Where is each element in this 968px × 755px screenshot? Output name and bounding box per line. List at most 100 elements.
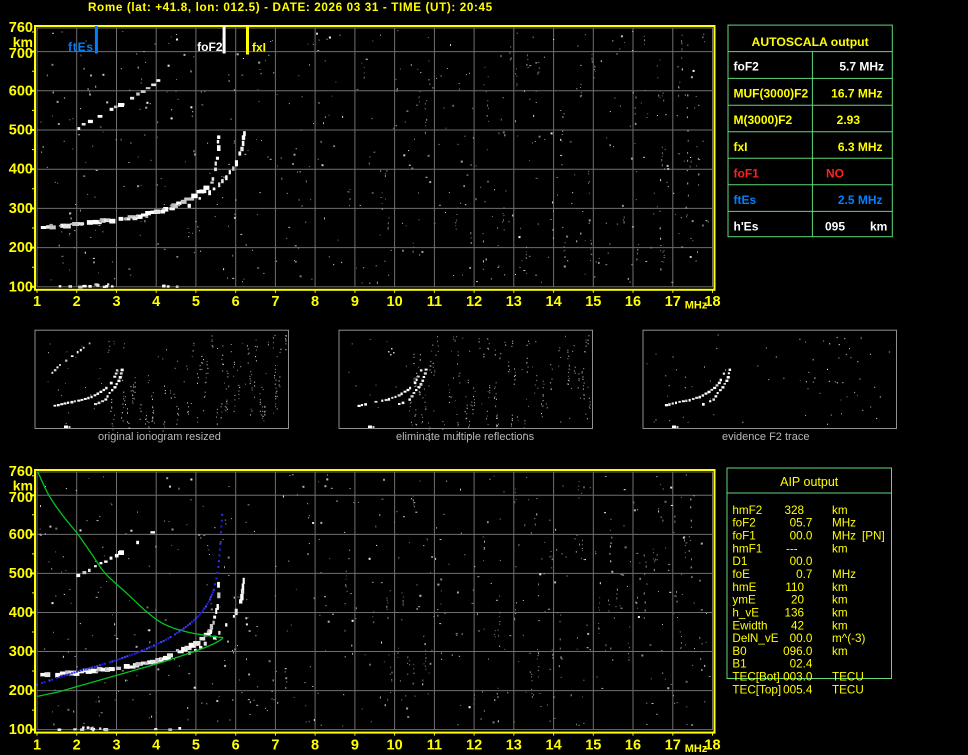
svg-text:km: km (832, 504, 848, 517)
svg-text:km: km (832, 619, 848, 632)
svg-text:fxI: fxI (734, 140, 748, 154)
svg-text:TEC[Bot]: TEC[Bot] (732, 671, 779, 684)
svg-text:10: 10 (387, 294, 403, 310)
svg-text:km: km (832, 542, 848, 555)
svg-text:h_vE: h_vE (732, 607, 759, 620)
svg-text:ymE: ymE (732, 594, 756, 607)
svg-text:B0: B0 (732, 645, 747, 658)
svg-text:02.4: 02.4 (790, 658, 813, 671)
svg-text:700: 700 (9, 490, 33, 506)
svg-text:evidence F2 trace: evidence F2 trace (722, 431, 809, 443)
svg-text:400: 400 (9, 162, 33, 178)
svg-text:9: 9 (351, 738, 359, 754)
svg-text:1: 1 (33, 738, 41, 754)
svg-text:hmE: hmE (732, 581, 756, 594)
svg-text:5.7 MHz: 5.7 MHz (839, 60, 884, 74)
svg-text:500: 500 (9, 566, 33, 582)
svg-text:15: 15 (585, 738, 601, 754)
svg-text:5: 5 (192, 294, 200, 310)
svg-text:NO: NO (826, 166, 844, 180)
svg-text:Rome (lat: +41.8, lon: 012.5): Rome (lat: +41.8, lon: 012.5) - DATE: 20… (88, 1, 493, 14)
svg-text:Ewidth: Ewidth (732, 619, 767, 632)
svg-text:136: 136 (784, 607, 804, 620)
svg-text:3: 3 (112, 294, 120, 310)
svg-text:12: 12 (466, 294, 482, 310)
svg-text:km: km (832, 645, 848, 658)
svg-text:original ionogram resized: original ionogram resized (98, 431, 221, 443)
svg-text:4: 4 (152, 738, 160, 754)
svg-text:13: 13 (506, 294, 522, 310)
svg-text:14: 14 (546, 294, 562, 310)
svg-text:200: 200 (9, 240, 33, 256)
svg-text:foE: foE (732, 568, 750, 581)
svg-text:200: 200 (9, 683, 33, 699)
svg-text:3: 3 (112, 738, 120, 754)
svg-text:fxI: fxI (252, 41, 266, 55)
svg-text:foF1: foF1 (734, 166, 760, 180)
svg-text:h'Es: h'Es (734, 219, 759, 233)
svg-text:DelN_vE: DelN_vE (732, 632, 778, 645)
svg-text:095: 095 (825, 219, 845, 233)
svg-text:[PN]: [PN] (862, 530, 885, 543)
svg-text:16.7 MHz: 16.7 MHz (831, 86, 882, 100)
svg-text:17: 17 (665, 738, 681, 754)
svg-text:9: 9 (351, 294, 359, 310)
svg-text:500: 500 (9, 123, 33, 139)
svg-text:foF2: foF2 (197, 40, 223, 54)
svg-text:MHz: MHz (832, 517, 856, 530)
svg-text:12: 12 (466, 738, 482, 754)
svg-text:700: 700 (9, 46, 33, 62)
svg-text:4: 4 (152, 294, 160, 310)
svg-text:1: 1 (33, 294, 41, 310)
svg-text:MUF(3000)F2: MUF(3000)F2 (734, 86, 809, 100)
svg-text:7: 7 (271, 738, 279, 754)
svg-text:8: 8 (311, 738, 319, 754)
svg-text:8: 8 (311, 294, 319, 310)
svg-text:14: 14 (546, 738, 562, 754)
svg-text:100: 100 (9, 722, 33, 738)
svg-text:6: 6 (232, 294, 240, 310)
svg-text:2.5 MHz: 2.5 MHz (838, 193, 883, 207)
svg-text:AUTOSCALA output: AUTOSCALA output (752, 35, 869, 49)
svg-text:005.4: 005.4 (783, 683, 813, 696)
svg-text:00.0: 00.0 (790, 632, 813, 645)
svg-text:00.0: 00.0 (790, 530, 813, 543)
svg-text:ftEs: ftEs (68, 40, 94, 54)
svg-text:MHz: MHz (832, 530, 856, 543)
svg-text:TECU: TECU (832, 671, 864, 684)
svg-text:MHz: MHz (685, 300, 708, 312)
svg-text:eliminate multiple reflections: eliminate multiple reflections (396, 431, 535, 443)
svg-text:---: --- (786, 542, 798, 555)
svg-text:D1: D1 (732, 555, 747, 568)
svg-text:2: 2 (73, 294, 81, 310)
svg-text:05.7: 05.7 (790, 517, 813, 530)
svg-text:110: 110 (785, 581, 804, 594)
svg-text:km: km (832, 607, 848, 620)
svg-text:hmF2: hmF2 (732, 504, 762, 517)
svg-text:600: 600 (9, 527, 33, 543)
svg-text:300: 300 (9, 201, 33, 217)
svg-text:11: 11 (427, 738, 442, 754)
svg-text:0.7: 0.7 (796, 568, 812, 581)
svg-text:300: 300 (9, 644, 33, 660)
svg-text:600: 600 (9, 83, 33, 99)
svg-text:16: 16 (625, 738, 641, 754)
svg-text:11: 11 (427, 294, 442, 310)
svg-text:13: 13 (506, 738, 522, 754)
svg-text:15: 15 (585, 294, 601, 310)
svg-text:hmF1: hmF1 (732, 542, 762, 555)
svg-text:2: 2 (73, 738, 81, 754)
svg-text:00.0: 00.0 (790, 555, 813, 568)
svg-text:B1: B1 (732, 658, 746, 671)
svg-text:2.93: 2.93 (837, 113, 861, 127)
svg-text:10: 10 (387, 738, 403, 754)
svg-text:MHz: MHz (832, 568, 856, 581)
svg-text:7: 7 (271, 294, 279, 310)
svg-text:foF2: foF2 (732, 517, 755, 530)
svg-text:17: 17 (665, 294, 681, 310)
svg-text:16: 16 (625, 294, 641, 310)
svg-text:km: km (832, 594, 848, 607)
svg-text:ftEs: ftEs (734, 193, 757, 207)
svg-text:400: 400 (9, 605, 33, 621)
svg-text:6.3 MHz: 6.3 MHz (838, 140, 883, 154)
